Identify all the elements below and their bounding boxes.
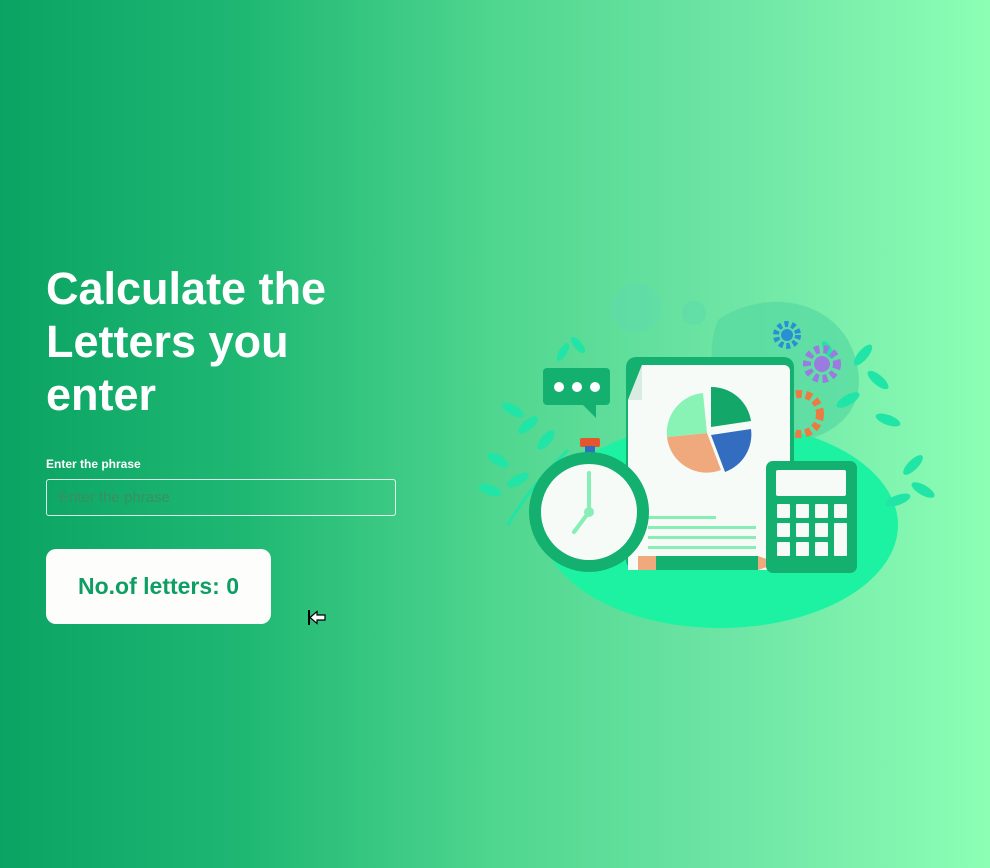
phrase-input[interactable] <box>46 479 396 516</box>
content-panel: Calculate the Letters you enter Enter th… <box>46 262 406 624</box>
page-title: Calculate the Letters you enter <box>46 263 327 420</box>
letter-count-card: No.of letters: 0 <box>46 549 271 624</box>
data-analysis-illustration <box>478 283 935 628</box>
letter-count-label: No.of letters: <box>77 573 220 599</box>
letter-count-value: 0 <box>226 573 240 599</box>
mouse-cursor-icon <box>308 610 326 625</box>
chat-bubble-icon <box>543 368 610 418</box>
phrase-label: Enter the phrase <box>46 457 141 471</box>
calculator-icon <box>766 461 857 573</box>
